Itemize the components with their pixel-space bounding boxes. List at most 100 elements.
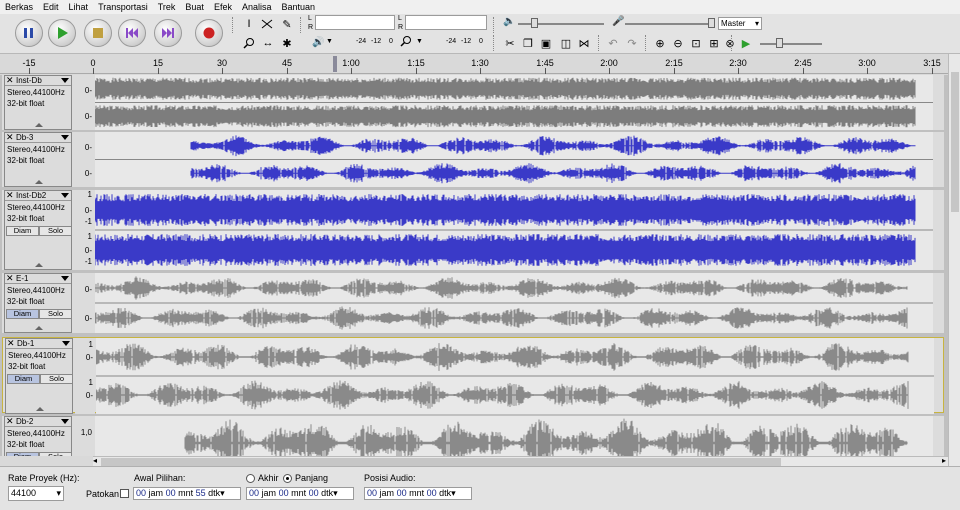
mute-button[interactable]: Diam [6, 309, 39, 319]
horizontal-scrollbar[interactable]: ◂ ▸ [93, 456, 948, 466]
track-menu-dropdown-icon[interactable] [61, 78, 69, 83]
track-name-bar[interactable]: ✕ Db-1 [6, 338, 72, 349]
record-button[interactable] [195, 19, 223, 47]
play-speed-thumb[interactable] [776, 38, 783, 48]
track-control-panel[interactable]: ✕ Inst-Db Stereo,44100Hz 32-bit float [4, 75, 72, 130]
collapse-track-icon[interactable] [35, 263, 43, 267]
menu-item-edit[interactable]: Edit [38, 0, 64, 14]
track[interactable]: ✕ Db-2 Stereo,44100Hz 32-bit float Diam … [2, 416, 944, 456]
close-icon[interactable]: ✕ [6, 190, 14, 200]
track-name-bar[interactable]: ✕ E-1 [5, 273, 71, 284]
length-radio[interactable] [283, 474, 292, 483]
draw-tool-icon[interactable]: ✎ [279, 16, 295, 32]
play-button[interactable] [48, 19, 76, 47]
track-name-bar[interactable]: ✕ Db-3 [5, 132, 71, 143]
skip-start-button[interactable] [118, 19, 146, 47]
menu-item-efek[interactable]: Efek [209, 0, 237, 14]
menu-item-trek[interactable]: Trek [153, 0, 181, 14]
close-icon[interactable]: ✕ [7, 338, 15, 348]
collapse-track-icon[interactable] [35, 180, 43, 184]
fit-selection-icon[interactable]: ⊡ [688, 35, 704, 51]
menu-item-analisa[interactable]: Analisa [237, 0, 277, 14]
fit-project-icon[interactable]: ⊞ [706, 35, 722, 51]
redo-icon[interactable]: ↷ [624, 35, 640, 51]
pause-button[interactable] [15, 19, 43, 47]
timeline-ruler[interactable]: -15 0 15 30 45 1:00 1:15 1:30 1:45 2:00 2:15 2:30 2:… [0, 54, 948, 74]
track[interactable]: ✕ Inst-Db Stereo,44100Hz 32-bit float 0-… [2, 75, 944, 130]
solo-button[interactable]: Solo [40, 374, 73, 384]
waveform-display[interactable] [95, 416, 933, 456]
waveform-display[interactable] [95, 190, 933, 270]
menu-item-bantuan[interactable]: Bantuan [276, 0, 320, 14]
waveform-display[interactable] [96, 338, 934, 414]
track-area[interactable]: ✕ Inst-Db Stereo,44100Hz 32-bit float 0-… [0, 75, 948, 456]
track-name-bar[interactable]: ✕ Inst-Db2 [5, 190, 71, 201]
track-control-panel[interactable]: ✕ Db-1 Stereo,44100Hz 32-bit float Diam … [5, 338, 73, 414]
waveform-display[interactable] [95, 132, 933, 187]
track-control-panel[interactable]: ✕ Db-2 Stereo,44100Hz 32-bit float Diam … [4, 416, 72, 456]
zoom-in-icon[interactable]: ⊕ [652, 35, 668, 51]
track[interactable]: ✕ E-1 Stereo,44100Hz 32-bit float Diam S… [2, 273, 944, 333]
play-at-speed-icon[interactable]: ▶ [738, 35, 754, 51]
waveform-display[interactable] [95, 273, 933, 333]
track-name-bar[interactable]: ✕ Inst-Db [5, 75, 71, 86]
menu-item-buat[interactable]: Buat [180, 0, 209, 14]
playhead-marker[interactable] [333, 56, 337, 72]
track[interactable]: ✕ Inst-Db2 Stereo,44100Hz 32-bit float D… [2, 190, 944, 270]
track-control-panel[interactable]: ✕ Inst-Db2 Stereo,44100Hz 32-bit float D… [4, 190, 72, 270]
close-icon[interactable]: ✕ [6, 75, 14, 85]
waveform-display[interactable] [95, 75, 933, 130]
track-menu-dropdown-icon[interactable] [61, 419, 69, 424]
project-rate-select[interactable]: 44100 ▾ [8, 486, 64, 501]
end-radio[interactable] [246, 474, 255, 483]
zoom-tool-icon[interactable] [241, 35, 257, 51]
track-menu-dropdown-icon[interactable] [61, 276, 69, 281]
silence-icon[interactable]: ⋈ [576, 35, 592, 51]
paste-icon[interactable]: ▣ [538, 35, 554, 51]
menu-item-lihat[interactable]: Lihat [64, 0, 94, 14]
mute-button[interactable]: Diam [6, 452, 39, 456]
skip-end-button[interactable] [154, 19, 182, 47]
mic-icon[interactable]: 🔊 [312, 37, 324, 48]
record-volume-slider[interactable] [625, 23, 715, 25]
play-meter-dropdown-icon[interactable]: ▼ [416, 38, 423, 45]
track-menu-dropdown-icon[interactable] [61, 135, 69, 140]
playback-meter[interactable] [405, 15, 487, 30]
audio-position-time[interactable]: 00 jam 00 mnt 00 dtk▾ [364, 487, 472, 500]
speaker-meter-icon[interactable] [400, 35, 412, 49]
collapse-track-icon[interactable] [35, 123, 43, 127]
menu-item-berkas[interactable]: Berkas [0, 0, 38, 14]
time-shift-tool-icon[interactable]: ↔ [260, 35, 276, 51]
stop-button[interactable] [84, 19, 112, 47]
track-menu-dropdown-icon[interactable] [61, 193, 69, 198]
solo-button[interactable]: Solo [39, 226, 72, 236]
collapse-track-icon[interactable] [36, 407, 44, 411]
copy-icon[interactable]: ❐ [520, 35, 536, 51]
snap-to-checkbox[interactable] [120, 489, 129, 498]
selection-start-time[interactable]: 00 jam 00 mnt 55 dtk▾ [133, 487, 241, 500]
track-control-panel[interactable]: ✕ Db-3 Stereo,44100Hz 32-bit float [4, 132, 72, 187]
record-volume-thumb[interactable] [708, 18, 715, 28]
play-speed-slider[interactable] [760, 43, 822, 45]
multi-tool-icon[interactable]: ✱ [279, 35, 295, 51]
solo-button[interactable]: Solo [39, 309, 72, 319]
scroll-right-icon[interactable]: ▸ [942, 456, 946, 465]
horizontal-scroll-thumb[interactable] [101, 458, 781, 466]
playback-volume-thumb[interactable] [531, 18, 538, 28]
selection-tool-icon[interactable]: I [241, 16, 257, 32]
mixer-source-select[interactable]: Master ▾ [718, 17, 762, 30]
scroll-left-icon[interactable]: ◂ [93, 456, 97, 465]
envelope-tool-icon[interactable] [259, 16, 275, 32]
trim-icon[interactable]: ◫ [558, 35, 574, 51]
menu-item-transportasi[interactable]: Transportasi [93, 0, 153, 14]
solo-button[interactable]: Solo [39, 452, 72, 456]
track-menu-dropdown-icon[interactable] [62, 341, 70, 346]
mute-button[interactable]: Diam [6, 226, 39, 236]
close-icon[interactable]: ✕ [6, 416, 14, 426]
undo-icon[interactable]: ↶ [605, 35, 621, 51]
vertical-scroll-thumb[interactable] [951, 72, 959, 212]
selection-length-time[interactable]: 00 jam 00 mnt 00 dtk▾ [246, 487, 354, 500]
track-control-panel[interactable]: ✕ E-1 Stereo,44100Hz 32-bit float Diam S… [4, 273, 72, 333]
track[interactable]: ✕ Db-1 Stereo,44100Hz 32-bit float Diam … [2, 337, 944, 414]
cut-icon[interactable]: ✂ [502, 35, 518, 51]
